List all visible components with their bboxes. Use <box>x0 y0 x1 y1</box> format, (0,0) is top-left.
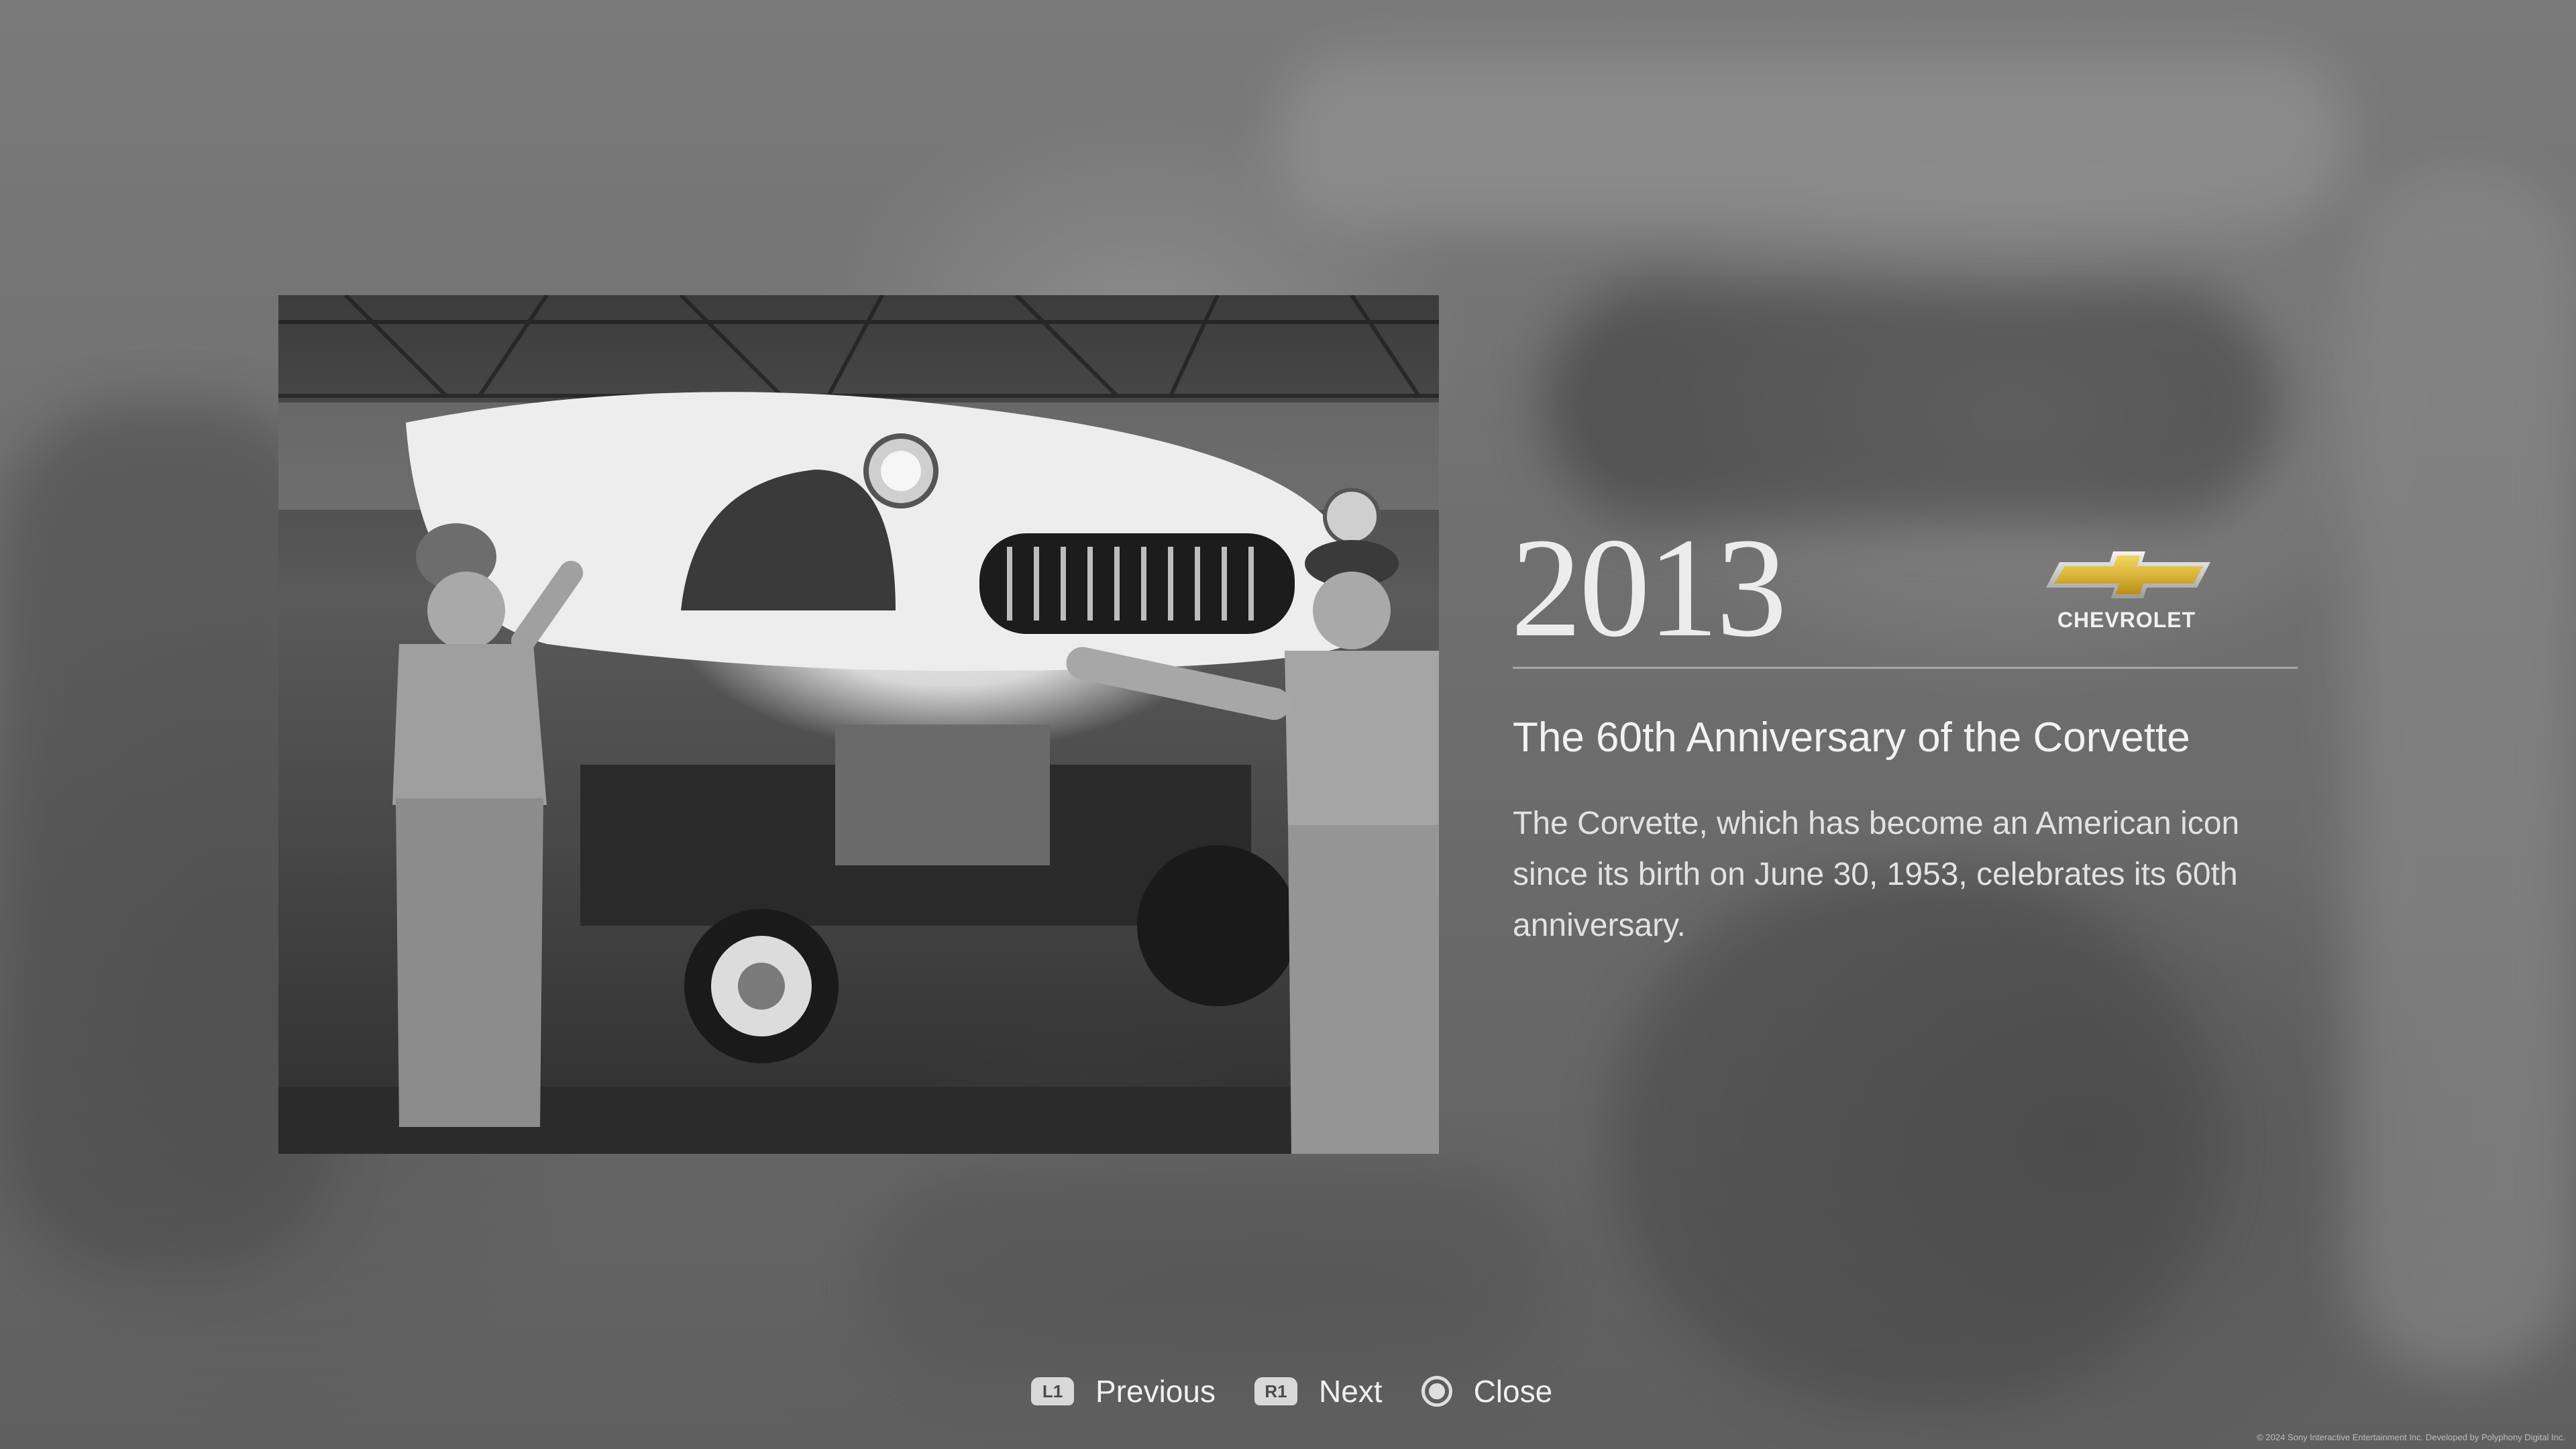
r1-button-icon: R1 <box>1254 1377 1297 1405</box>
l1-button-icon: L1 <box>1031 1377 1074 1405</box>
next-button[interactable]: R1 Next <box>1254 1373 1383 1409</box>
controller-hints: L1 Previous R1 Next Close <box>1031 1371 1552 1411</box>
brand-logo: CHEVROLET <box>2043 550 2210 637</box>
previous-label: Previous <box>1095 1374 1216 1409</box>
historic-photo <box>278 295 1439 1154</box>
close-button[interactable]: Close <box>1421 1373 1553 1409</box>
brand-name: CHEVROLET <box>2057 608 2196 632</box>
entry-headline: The 60th Anniversary of the Corvette <box>1513 714 2190 761</box>
previous-button[interactable]: L1 Previous <box>1031 1373 1216 1409</box>
entry-description: The Corvette, which has become an Americ… <box>1513 806 2240 943</box>
circle-button-icon <box>1421 1376 1452 1407</box>
title-divider <box>1513 667 2298 669</box>
legal-notice: © 2024 Sony Interactive Entertainment In… <box>2257 1432 2565 1442</box>
next-label: Next <box>1318 1374 1383 1409</box>
chevrolet-bowtie-icon <box>2046 551 2210 598</box>
history-entry-screen: 2013 CHEVROLET The 60th Anniversary of t… <box>0 0 2576 1449</box>
close-label: Close <box>1473 1374 1553 1409</box>
entry-year: 2013 <box>1511 508 1787 666</box>
